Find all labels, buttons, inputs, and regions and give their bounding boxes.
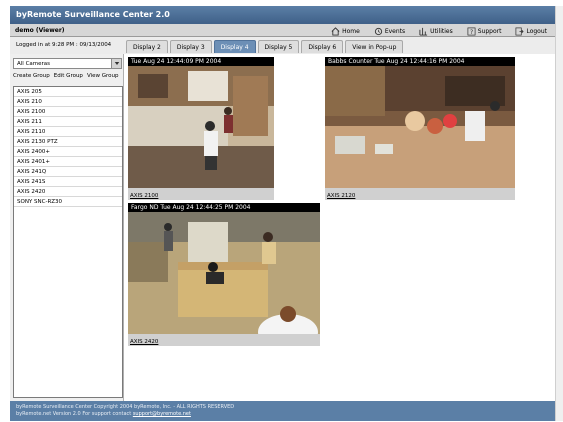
camera-filter-value: All Cameras (17, 61, 51, 67)
home-icon (331, 27, 340, 36)
feed-camera-link[interactable]: AXIS 2420 (130, 339, 158, 345)
logout-icon (515, 27, 525, 36)
camera-sidebar: All Cameras Create Group Edit Group View… (10, 54, 124, 401)
camera-image (128, 66, 274, 188)
utilities-icon (419, 27, 428, 36)
list-item[interactable]: AXIS 210 (14, 97, 122, 107)
list-item[interactable]: AXIS 2400+ (14, 147, 122, 157)
nav-support-label: Support (477, 28, 502, 35)
info-bar: Logged in at 9:28 PM : 09/13/2004 Displa… (10, 37, 555, 54)
nav-logout-label: Logout (526, 28, 547, 35)
version-info: byRemote.net Version 2.0 For support con… (16, 411, 549, 418)
user-bar: demo (Viewer) Home Events Utilities ? Su… (10, 24, 555, 37)
app-title: byRemote Surveillance Center 2.0 (16, 10, 170, 19)
support-email-link[interactable]: support@byremote.net (133, 411, 191, 417)
display-tabs: Display 2 Display 3 Display 4 Display 5 … (126, 40, 404, 53)
feed-timestamp: Fargo ND Tue Aug 24 12:44:25 PM 2004 (128, 203, 320, 212)
nav-home-label: Home (342, 28, 360, 35)
page-footer: byRemote Surveillance Center Copyright 2… (10, 401, 555, 421)
list-item[interactable]: AXIS 2100 (14, 107, 122, 117)
group-actions: Create Group Edit Group View Group (13, 73, 118, 79)
version-text: byRemote.net Version 2.0 For support con… (16, 411, 132, 417)
camera-image (128, 212, 320, 334)
tab-display-6[interactable]: Display 6 (301, 40, 344, 53)
events-icon (374, 27, 382, 36)
feed-timestamp: Tue Aug 24 12:44:09 PM 2004 (128, 57, 274, 66)
chevron-down-icon (111, 59, 121, 68)
tab-view-in-popup[interactable]: View in Pop-up (345, 40, 404, 53)
feed-timestamp: Babbs Counter Tue Aug 24 12:44:16 PM 200… (325, 57, 515, 66)
camera-list: AXIS 205 AXIS 210 AXIS 2100 AXIS 211 AXI… (13, 86, 123, 398)
list-item[interactable]: AXIS 241S (14, 177, 122, 187)
list-item[interactable]: AXIS 205 (14, 87, 122, 97)
camera-filter-select[interactable]: All Cameras (13, 58, 122, 69)
camera-feed-1[interactable]: Tue Aug 24 12:44:09 PM 2004 AXIS 2100 (128, 57, 274, 200)
tab-display-5[interactable]: Display 5 (257, 40, 300, 53)
nav-utilities-label: Utilities (430, 28, 453, 35)
list-item[interactable]: AXIS 2110 (14, 127, 122, 137)
tab-display-4[interactable]: Display 4 (213, 40, 256, 53)
list-item[interactable]: AXIS 2420 (14, 187, 122, 197)
copyright-text: byRemote Surveillance Center Copyright 2… (16, 404, 235, 410)
tab-display-3[interactable]: Display 3 (169, 40, 212, 53)
tab-display-2[interactable]: Display 2 (126, 40, 168, 53)
nav-events-label: Events (384, 28, 406, 35)
camera-image (325, 66, 515, 188)
login-info: Logged in at 9:28 PM : 09/13/2004 (16, 42, 112, 48)
list-item[interactable]: AXIS 2401+ (14, 157, 122, 167)
camera-feed-3[interactable]: Fargo ND Tue Aug 24 12:44:25 PM 2004 AXI… (128, 203, 320, 346)
camera-feed-2[interactable]: Babbs Counter Tue Aug 24 12:44:16 PM 200… (325, 57, 515, 200)
list-item[interactable]: AXIS 241Q (14, 167, 122, 177)
list-item[interactable]: SONY SNC-RZ30 (14, 197, 122, 207)
user-label: demo (Viewer) (15, 27, 65, 34)
list-item[interactable]: AXIS 211 (14, 117, 122, 127)
view-group-link[interactable]: View Group (87, 73, 119, 79)
feed-camera-link[interactable]: AXIS 2100 (130, 193, 158, 199)
support-icon: ? (467, 27, 476, 36)
list-item[interactable]: AXIS 2130 PTZ (14, 137, 122, 147)
svg-text:?: ? (470, 29, 473, 36)
app-title-bar: byRemote Surveillance Center 2.0 (10, 6, 555, 24)
page-scrollbar[interactable] (555, 6, 563, 421)
feed-camera-link[interactable]: AXIS 2120 (327, 193, 355, 199)
edit-group-link[interactable]: Edit Group (54, 73, 83, 79)
create-group-link[interactable]: Create Group (13, 73, 50, 79)
